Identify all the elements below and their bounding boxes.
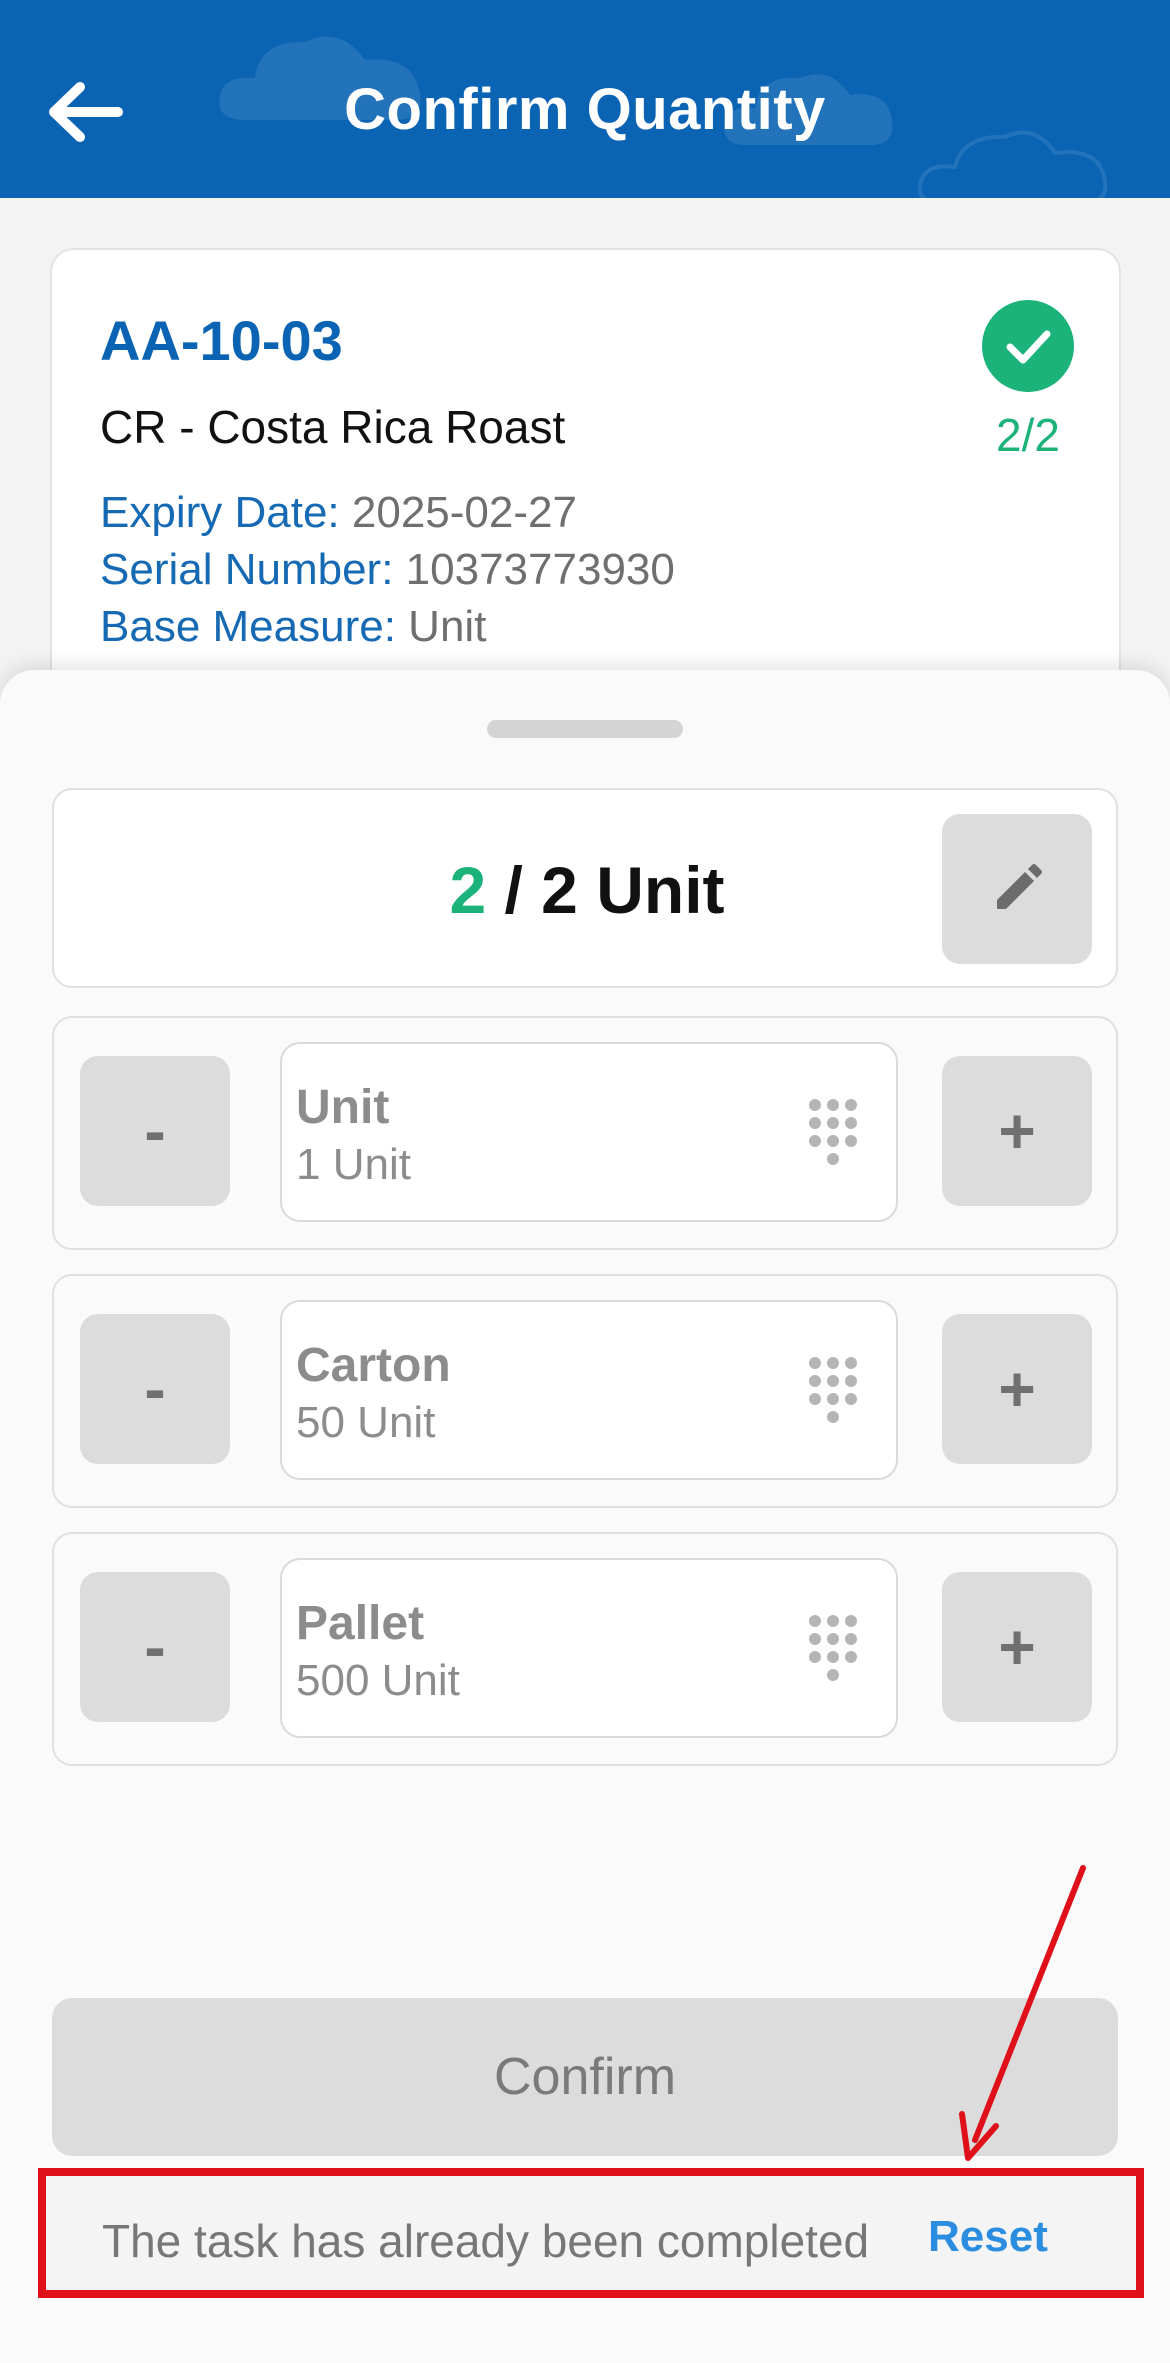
increment-button[interactable]: +	[942, 1056, 1092, 1206]
confirm-button[interactable]: Confirm	[52, 1998, 1118, 2156]
uom-name: Pallet	[296, 1597, 425, 1650]
edit-quantity-button[interactable]	[942, 814, 1092, 964]
expiry-date-line: Expiry Date: 2025-02-27	[100, 488, 577, 538]
product-name: CR - Costa Rica Roast	[100, 401, 566, 453]
keypad-icon[interactable]	[806, 1096, 860, 1168]
increment-button[interactable]: +	[942, 1314, 1092, 1464]
checkmark-icon	[1006, 330, 1051, 364]
meta-key: Serial Number:	[100, 545, 394, 594]
total-quantity-box: 2 / 2 Unit	[52, 788, 1118, 988]
uom-conversion: 50 Unit	[296, 1398, 436, 1447]
meta-value: 2025-02-27	[351, 488, 577, 537]
decrement-button[interactable]: -	[80, 1056, 230, 1206]
uom-conversion: 500 Unit	[296, 1656, 460, 1705]
location-code: AA-10-03	[100, 309, 343, 372]
completed-badge	[982, 300, 1074, 392]
uom-row-pallet: - Pallet 500 Unit +	[52, 1532, 1118, 1766]
quantity-input-pallet[interactable]: Pallet 500 Unit	[280, 1558, 898, 1738]
uom-row-carton: - Carton 50 Unit +	[52, 1274, 1118, 1508]
keypad-icon[interactable]	[806, 1612, 860, 1684]
required-quantity: / 2 Unit	[486, 853, 725, 927]
current-quantity: 2	[449, 853, 487, 927]
confirm-quantity-screen: Confirm Quantity AA-10-03 CR - Costa Ric…	[0, 0, 1170, 2363]
decrement-button[interactable]: -	[80, 1314, 230, 1464]
uom-row-unit: - Unit 1 Unit +	[52, 1016, 1118, 1250]
meta-key: Base Measure:	[100, 602, 396, 651]
page-title: Confirm Quantity	[344, 77, 826, 142]
keypad-icon[interactable]	[806, 1354, 860, 1426]
serial-number-line: Serial Number: 10373773930	[100, 545, 675, 595]
uom-name: Unit	[296, 1081, 390, 1134]
app-header: Confirm Quantity	[0, 0, 1170, 198]
uom-conversion: 1 Unit	[296, 1140, 411, 1189]
meta-key: Expiry Date:	[100, 488, 340, 537]
base-measure-line: Base Measure: Unit	[100, 602, 486, 652]
increment-button[interactable]: +	[942, 1572, 1092, 1722]
quantity-input-unit[interactable]: Unit 1 Unit	[280, 1042, 898, 1222]
quantity-input-carton[interactable]: Carton 50 Unit	[280, 1300, 898, 1480]
meta-value: 10373773930	[405, 545, 675, 594]
drag-handle[interactable]	[487, 720, 683, 738]
pencil-icon	[997, 864, 1042, 909]
item-card: AA-10-03 CR - Costa Rica Roast Expiry Da…	[50, 248, 1121, 708]
decrement-button[interactable]: -	[80, 1572, 230, 1722]
meta-value: Unit	[408, 602, 487, 651]
pick-progress: 2/2	[996, 409, 1060, 461]
reset-link[interactable]: Reset	[928, 2212, 1048, 2262]
status-message: The task has already been completed	[102, 2215, 870, 2267]
uom-name: Carton	[296, 1339, 451, 1392]
task-completed-banner: The task has already been completed Rese…	[38, 2168, 1144, 2298]
